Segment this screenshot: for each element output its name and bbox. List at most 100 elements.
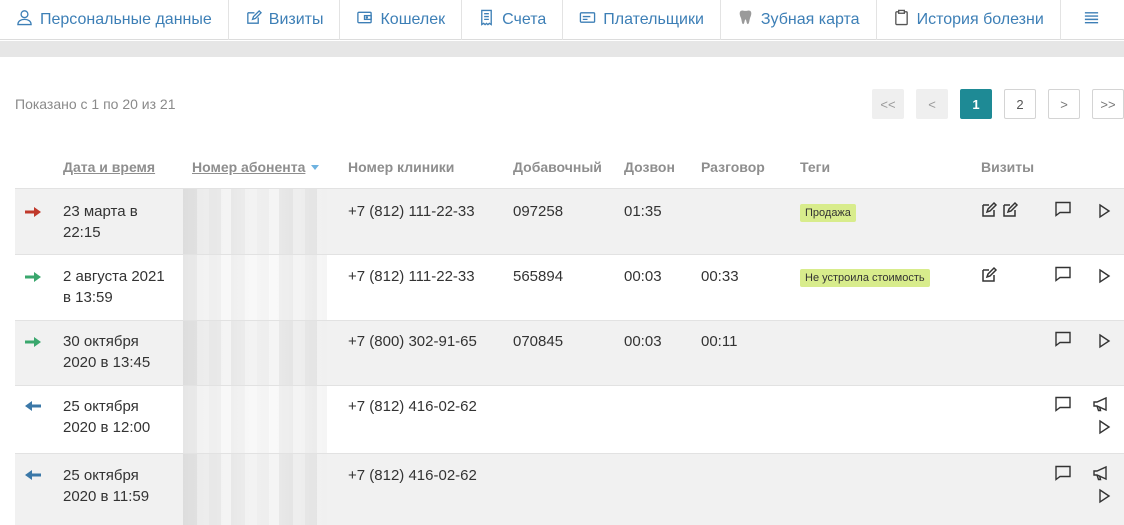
extension: 070845 [513,333,564,350]
tooth-icon [737,9,754,31]
call-datetime: 23 марта в 22:15 [63,201,138,243]
tab-label: Плательщики [603,11,704,28]
time-line: 2020 в 13:45 [63,354,151,371]
hamburger-icon [1083,9,1100,31]
page-first-button[interactable]: << [872,89,904,119]
table-row: 25 октября 2020 в 11:59 +7 (812) 416-02-… [15,453,1124,525]
arrow-path [25,337,41,347]
talk-time: 00:33 [701,268,739,285]
table-row: 30 октября 2020 в 13:45 +7 (800) 302-91-… [15,320,1124,385]
dialing-time: 01:35 [624,203,662,220]
incoming-call-arrow-icon [25,337,41,347]
header-datetime[interactable]: Дата и время [63,159,155,175]
dialing-time: 00:03 [624,268,662,285]
tab-personal-data[interactable]: Персональные данные [0,0,229,40]
edit-icon [245,9,262,31]
date-line: 30 октября [63,333,139,350]
user-icon [16,9,33,31]
toolbar-band [0,41,1124,57]
arrow-path [25,207,41,217]
page-1-button[interactable]: 1 [960,89,992,119]
header-subscriber[interactable]: Номер абонента [192,159,320,175]
header-visits: Визиты [981,159,1035,175]
call-datetime: 25 октября 2020 в 11:59 [63,465,149,507]
subscriber-number-blurred [183,321,327,385]
header-clinic-number: Номер клиники [348,159,455,175]
table-header: Дата и время Номер абонента Номер клиник… [15,150,1124,188]
comment-icon[interactable] [1054,265,1072,283]
missed-call-arrow-icon [25,207,41,217]
tab-dental-chart[interactable]: Зубная карта [721,0,877,40]
megaphone-icon[interactable] [1092,395,1110,413]
arrow-path [25,470,41,480]
play-icon[interactable] [1095,202,1113,220]
time-line: 2020 в 11:59 [63,488,150,505]
play-icon[interactable] [1095,418,1113,436]
comment-icon[interactable] [1054,200,1072,218]
page-prev-button[interactable]: < [916,89,948,119]
comment-icon[interactable] [1054,330,1072,348]
arrow-path [25,401,41,411]
comment-icon[interactable] [1054,395,1072,413]
tab-label: Зубная карта [760,11,860,28]
tab-invoices[interactable]: Счета [462,0,564,40]
tag-badge[interactable]: Не устроила стоимость [800,269,930,287]
visit-edit-icon[interactable] [980,266,998,284]
visit-edit-icon[interactable] [980,201,998,219]
time-line: 22:15 [63,224,101,241]
tab-medical-history[interactable]: История болезни [877,0,1061,40]
clinic-number: +7 (812) 416-02-62 [348,398,477,415]
invoice-icon [478,9,495,31]
talk-time: 00:11 [701,333,738,350]
top-navigation: Персональные данные Визиты Кошелек Счета… [0,0,1124,40]
arrow-path [25,272,41,282]
date-line: 2 августа 2021 [63,268,165,285]
subscriber-number-blurred [183,386,327,453]
date-line: 23 марта в [63,203,138,220]
header-subscriber-label: Номер абонента [192,159,306,175]
time-line: в 13:59 [63,289,113,306]
outgoing-call-arrow-icon [25,470,41,480]
wallet-icon [356,9,373,31]
time-line: 2020 в 12:00 [63,419,151,436]
tab-payers[interactable]: Плательщики [563,0,721,40]
tab-label: Кошелек [380,11,446,28]
table-row: 25 октября 2020 в 12:00 +7 (812) 416-02-… [15,385,1124,453]
tab-wallet[interactable]: Кошелек [340,0,463,40]
clinic-number: +7 (812) 416-02-62 [348,467,477,484]
page-2-button[interactable]: 2 [1004,89,1036,119]
clinic-number: +7 (812) 111-22-33 [348,268,475,285]
call-datetime: 2 августа 2021 в 13:59 [63,266,165,308]
table-row: 23 марта в 22:15 +7 (812) 111-22-33 0972… [15,188,1124,254]
date-line: 25 октября [63,467,139,484]
clipboard-icon [893,9,910,31]
play-icon[interactable] [1095,267,1113,285]
date-line: 25 октября [63,398,139,415]
play-icon[interactable] [1095,332,1113,350]
tab-label: История болезни [916,11,1044,28]
dialing-time: 00:03 [624,333,662,350]
play-icon[interactable] [1095,487,1113,505]
tab-label: Визиты [268,11,324,28]
extension: 097258 [513,203,564,220]
tab-label: Персональные данные [40,11,212,28]
visit-edit-icon[interactable] [1001,201,1019,219]
page-next-button[interactable]: > [1048,89,1080,119]
page-last-button[interactable]: >> [1092,89,1124,119]
tab-label: Счета [502,11,547,28]
clinic-number: +7 (800) 302-91-65 [348,333,477,350]
sort-desc-icon [311,165,320,170]
tag-badge[interactable]: Продажа [800,204,856,222]
comment-icon[interactable] [1054,464,1072,482]
header-dialing: Дозвон [624,159,675,175]
showing-count: Показано с 1 по 20 из 21 [15,96,176,112]
megaphone-icon[interactable] [1092,464,1110,482]
extension: 565894 [513,268,564,285]
menu-button[interactable] [1061,0,1122,40]
subscriber-number-blurred [183,189,327,254]
incoming-call-arrow-icon [25,272,41,282]
table-row: 2 августа 2021 в 13:59 +7 (812) 111-22-3… [15,254,1124,320]
pagination: << < 1 2 > >> [872,89,1124,119]
header-tags: Теги [800,159,831,175]
tab-visits[interactable]: Визиты [229,0,341,40]
